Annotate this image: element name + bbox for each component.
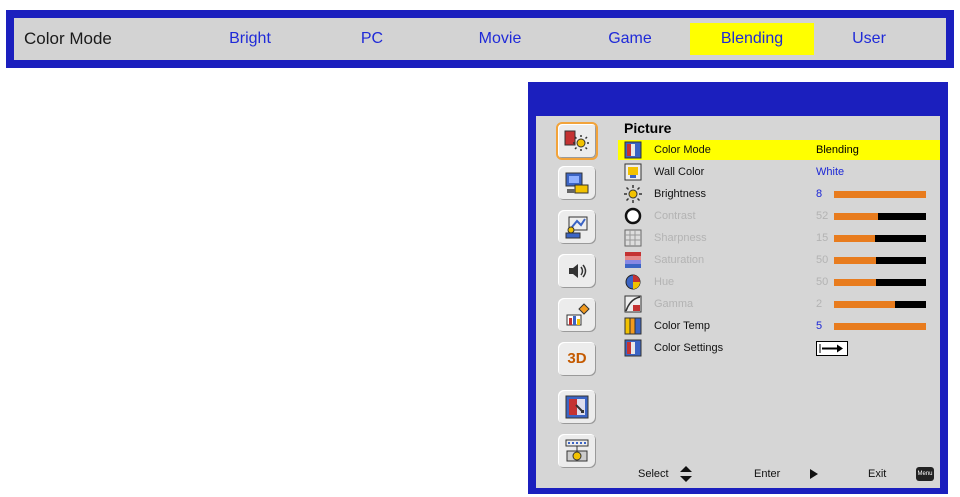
row-value: Blending [816,144,859,156]
row-hue[interactable]: Hue 50 [618,272,940,292]
right-arrow-icon [810,469,818,479]
color-temp-slider[interactable] [834,323,926,330]
slider-fill [834,213,879,220]
row-value: 2 [816,298,823,310]
select-label: Select [638,468,669,480]
hue-slider[interactable] [834,279,926,286]
mode-option-user[interactable]: User [834,23,904,55]
row-color-settings[interactable]: Color Settings [618,338,940,358]
row-wall-color[interactable]: Wall Color White [618,162,940,182]
exit-label: Exit [868,468,887,480]
row-label: Wall Color [654,166,705,178]
row-contrast[interactable]: Contrast 52 [618,206,940,226]
display-icon[interactable] [558,166,596,200]
contrast-slider[interactable] [834,213,926,220]
row-value: White [816,166,845,178]
color-mode-label: Color Mode [24,29,112,48]
row-label: Contrast [654,210,696,222]
row-value: 8 [816,188,823,200]
3d-label: 3D [567,350,587,367]
mode-option-pc[interactable]: PC [344,23,400,55]
saturation-slider[interactable] [834,257,926,264]
lan-icon[interactable] [558,434,596,468]
row-label: Color Temp [654,320,711,332]
color-settings-icon [624,339,642,357]
row-value: 50 [816,254,829,266]
mode-option-bright[interactable]: Bright [210,23,290,55]
row-label: Brightness [654,188,706,200]
osd-sidebar: 3D [546,116,598,488]
hue-icon [625,274,641,290]
slider-fill [834,191,926,198]
row-value: 50 [816,276,829,288]
gamma-icon [624,295,642,313]
mode-option-movie[interactable]: Movie [460,23,540,55]
interactive-icon[interactable] [558,390,596,424]
gamma-slider[interactable] [834,301,926,308]
color-mode-bar: Color Mode Bright PC Movie Game Blending… [6,10,954,68]
slider-fill [834,257,877,264]
menu-key-icon: Menu [916,467,934,481]
row-label: Sharpness [654,232,707,244]
row-color-mode[interactable]: Color Mode Blending [618,140,940,160]
up-down-arrow-icon [680,466,692,482]
row-label: Gamma [654,298,694,310]
osd-menu-window: 3D Picture Color Mode Blending Wall Colo… [528,82,948,494]
enter-arrow-icon[interactable] [816,341,848,356]
row-value: 5 [816,320,823,332]
slider-fill [834,323,926,330]
mode-option-blending[interactable]: Blending [690,23,814,55]
brightness-slider[interactable] [834,191,926,198]
settings-icon[interactable] [558,210,596,244]
row-value: 52 [816,210,829,222]
3d-icon[interactable]: 3D [558,342,596,376]
osd-footer: Select Enter Exit Menu [618,464,940,484]
contrast-icon [624,207,642,225]
row-color-temp[interactable]: Color Temp 5 [618,316,940,336]
sharpness-slider[interactable] [834,235,926,242]
row-brightness[interactable]: Brightness 8 [618,184,940,204]
brightness-icon [624,185,642,203]
row-label: Color Mode [654,144,711,156]
row-label: Color Settings [654,342,724,354]
osd-panel: 3D Picture Color Mode Blending Wall Colo… [536,116,940,488]
volume-icon[interactable] [558,254,596,288]
sharpness-icon [624,229,642,247]
slider-fill [834,235,876,242]
row-saturation[interactable]: Saturation 50 [618,250,940,270]
color-mode-bar-inner: Color Mode Bright PC Movie Game Blending… [14,18,946,60]
mode-option-game[interactable]: Game [590,23,670,55]
options-icon[interactable] [558,298,596,332]
color-mode-icon [624,141,642,159]
picture-menu: Picture Color Mode Blending Wall Color W… [618,116,940,488]
row-gamma[interactable]: Gamma 2 [618,294,940,314]
slider-fill [834,279,877,286]
enter-label: Enter [754,468,781,480]
row-value: 15 [816,232,829,244]
row-sharpness[interactable]: Sharpness 15 [618,228,940,248]
menu-title: Picture [624,120,672,136]
slider-fill [834,301,895,308]
wall-color-icon [624,163,642,181]
picture-icon[interactable] [556,122,598,160]
saturation-icon [625,252,641,268]
color-temp-icon [624,317,642,335]
row-label: Saturation [654,254,705,266]
row-label: Hue [654,276,675,288]
